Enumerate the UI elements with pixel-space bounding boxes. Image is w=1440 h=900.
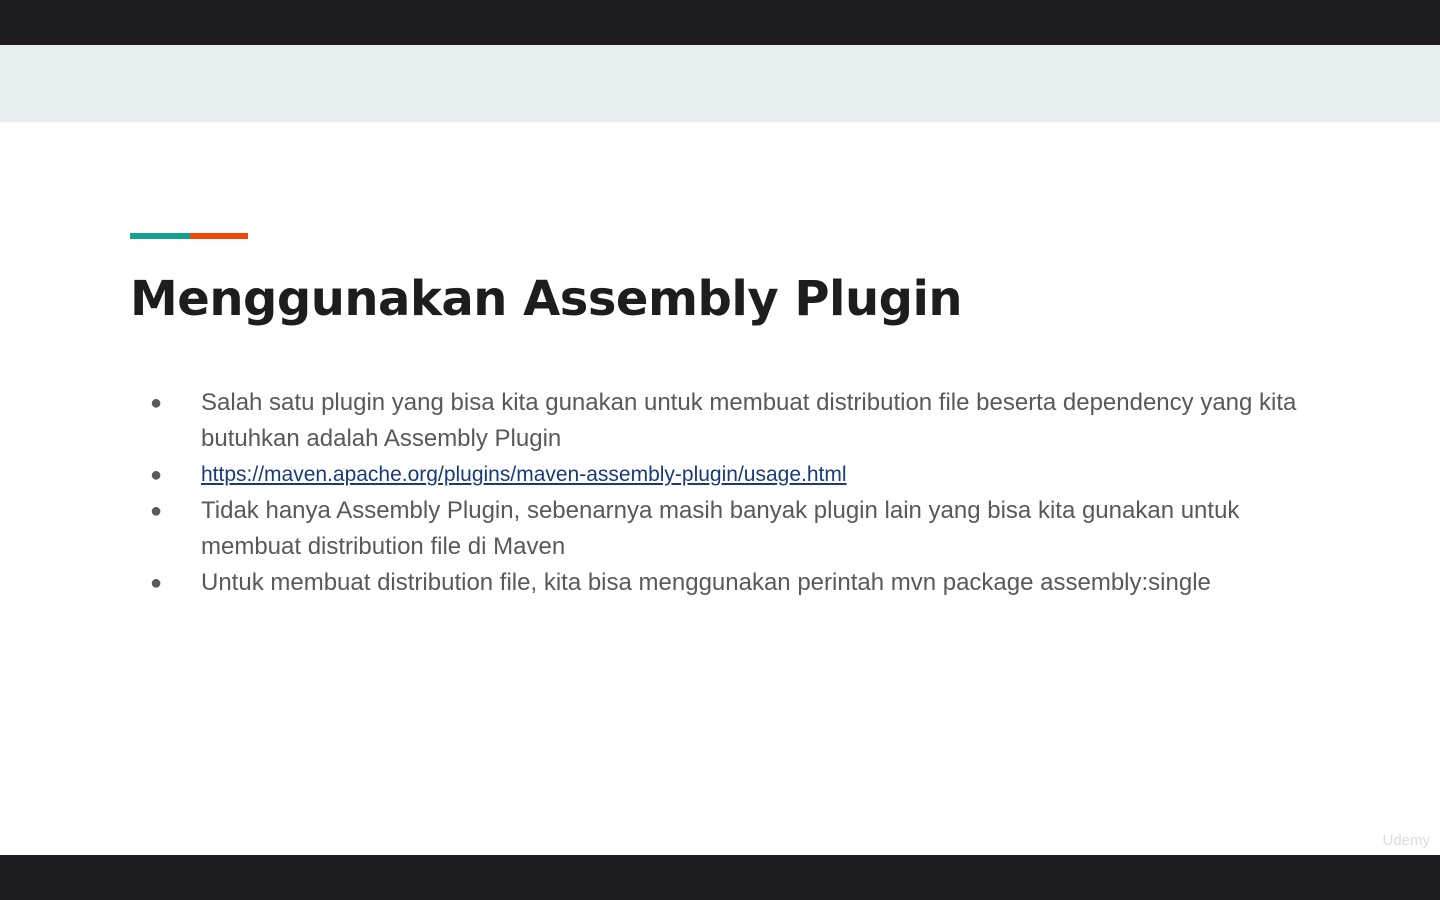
video-top-bar (0, 0, 1440, 45)
presentation-slide: Menggunakan Assembly Plugin ● Salah satu… (0, 45, 1440, 855)
bullet-item-2: ● https://maven.apache.org/plugins/maven… (150, 457, 1330, 493)
bullet-list: ● Salah satu plugin yang bisa kita gunak… (150, 385, 1330, 601)
bullet-item-3: ● Tidak hanya Assembly Plugin, sebenarny… (150, 493, 1330, 565)
video-bottom-bar (0, 855, 1440, 900)
bullet-text: Salah satu plugin yang bisa kita gunakan… (201, 389, 1297, 452)
udemy-watermark: Udemy (1382, 832, 1430, 849)
bullet-dot-icon: ● (150, 572, 163, 594)
title-accent-orange (190, 233, 248, 239)
bullet-dot-icon: ● (150, 500, 163, 522)
title-accent-teal (130, 233, 190, 239)
bullet-text: Tidak hanya Assembly Plugin, sebenarnya … (201, 497, 1240, 560)
bullet-dot-icon: ● (150, 464, 163, 486)
slide-header-band (0, 45, 1440, 122)
slide-title: Menggunakan Assembly Plugin (130, 271, 963, 327)
bullet-dot-icon: ● (150, 392, 163, 414)
bullet-text: Untuk membuat distribution file, kita bi… (201, 569, 1211, 596)
maven-assembly-usage-link[interactable]: https://maven.apache.org/plugins/maven-a… (201, 463, 847, 486)
bullet-item-1: ● Salah satu plugin yang bisa kita gunak… (150, 385, 1330, 457)
bullet-item-4: ● Untuk membuat distribution file, kita … (150, 565, 1330, 601)
